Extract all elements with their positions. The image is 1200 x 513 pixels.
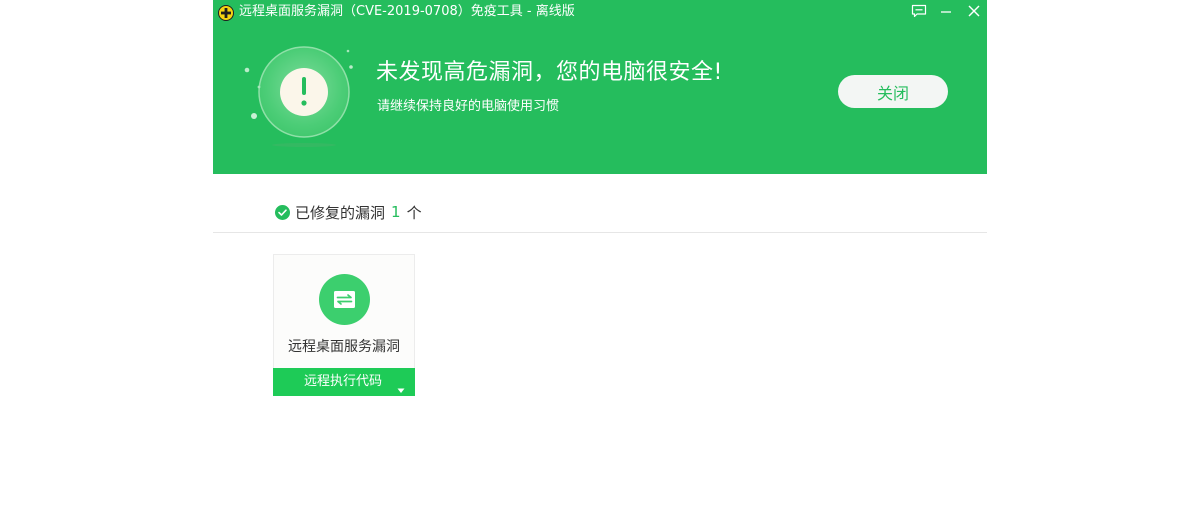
close-icon[interactable] [964,2,984,20]
close-button[interactable]: 关闭 [838,75,948,108]
vulnerability-type-dropdown[interactable]: 远程执行代码 [273,368,415,396]
status-header: 远程桌面服务漏洞（CVE-2019-0708）免疫工具 - 离线版 未发现高危漏… [213,0,987,174]
minimize-icon[interactable] [936,2,956,20]
feedback-icon[interactable] [909,2,929,20]
summary-label: 已修复的漏洞 [295,203,386,222]
vulnerability-name: 远程桌面服务漏洞 [288,339,400,355]
title-bar: 远程桌面服务漏洞（CVE-2019-0708）免疫工具 - 离线版 [213,0,987,24]
section-divider [213,232,987,233]
status-subline: 请继续保持良好的电脑使用习惯 [377,99,560,114]
remote-transfer-icon [319,274,370,325]
status-headline: 未发现高危漏洞，您的电脑很安全! [376,60,723,85]
vulnerability-card[interactable]: 远程桌面服务漏洞 远程执行代码 [273,254,415,396]
exclamation-icon [239,42,359,152]
vulnerability-type-label: 远程执行代码 [303,374,382,389]
app-window: 远程桌面服务漏洞（CVE-2019-0708）免疫工具 - 离线版 未发现高危漏… [213,0,987,513]
plus-shield-icon [218,5,234,21]
fixed-count: 1 [391,203,401,221]
caret-down-icon [397,379,405,393]
check-circle-icon [275,204,295,220]
fixed-summary: 已修复的漏洞 1 个 [275,201,422,223]
window-title: 远程桌面服务漏洞（CVE-2019-0708）免疫工具 - 离线版 [239,4,575,19]
summary-unit: 个 [406,203,422,222]
